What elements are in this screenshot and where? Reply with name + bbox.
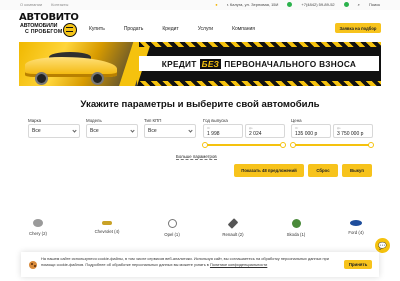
year-from-input[interactable]: От 1 998 <box>203 124 243 138</box>
chery-logo-icon <box>33 219 43 227</box>
nav-item-company[interactable]: Компания <box>232 26 255 32</box>
year-range-max-handle[interactable] <box>280 142 286 148</box>
search-title: Укажите параметры и выберите свой автомо… <box>80 99 320 110</box>
chevrolet-logo-icon <box>102 221 112 225</box>
whatsapp-icon[interactable] <box>287 2 293 7</box>
cookie-icon <box>29 261 37 269</box>
brand-name: Ford (4) <box>348 230 364 235</box>
price-range-min-handle[interactable] <box>290 142 296 148</box>
brand-item-opel[interactable]: Opel (1) <box>155 219 189 237</box>
renault-logo-icon <box>227 218 239 229</box>
price-to-input[interactable]: До 3 750 000 р <box>333 124 373 138</box>
slogan-part-1: КРЕДИТ <box>161 58 197 69</box>
brand-name: Skoda (1) <box>286 232 306 237</box>
chevron-down-icon <box>130 128 135 133</box>
chat-bubble-icon[interactable]: 💬 <box>375 238 390 253</box>
brands-row: Chery (2) Chevrolet (4) Opel (1) Renault… <box>19 218 381 243</box>
year-range-track <box>205 144 283 146</box>
selection-request-button[interactable]: Заявка на подбор <box>335 23 381 33</box>
cookie-text-block: На нашем сайте используются cookie-файлы… <box>41 256 336 267</box>
banner-tape-top <box>139 42 381 47</box>
logo-line-1: АВТОВИТО <box>19 12 79 23</box>
banner-slogan: КРЕДИТ БЕЗ ПЕРВОНАЧАЛЬНОГО ВЗНОСА <box>139 56 379 71</box>
chevron-down-icon <box>188 128 193 133</box>
top-link-contacts[interactable]: Контакты <box>51 2 68 7</box>
skoda-logo-icon <box>291 219 301 228</box>
nav-item-buy[interactable]: Купить <box>89 26 105 32</box>
year-label: Год выпуска <box>203 118 228 123</box>
price-to-caption: До <box>337 126 341 130</box>
brand-name: Chevrolet (4) <box>94 229 120 234</box>
year-to-caption: До <box>249 126 253 130</box>
search-link[interactable]: Поиск <box>369 2 380 7</box>
price-from-caption: От <box>295 126 299 130</box>
phone-link[interactable]: +7(4842) 59-89-52 <box>301 2 334 7</box>
gearbox-select[interactable]: Все <box>144 124 196 138</box>
brand-item-chevrolet[interactable]: Chevrolet (4) <box>90 219 124 234</box>
model-select[interactable]: Все <box>86 124 138 138</box>
price-label: Цена <box>291 118 302 123</box>
site-logo[interactable]: АВТОВИТО АВТОМОБИЛИ С ПРОБЕГОМ <box>19 10 79 38</box>
brand-item-renault[interactable]: Renault (2) <box>216 218 250 237</box>
brand-label: Марка <box>28 118 42 123</box>
nav-item-sell[interactable]: Продать <box>124 26 144 32</box>
brand-item-skoda[interactable]: Skoda (1) <box>279 219 313 237</box>
gearbox-select-value: Все <box>148 128 157 134</box>
main-nav: Купить Продать Кредит Услуги Компания <box>89 26 274 32</box>
model-select-value: Все <box>90 128 99 134</box>
chevron-down-icon <box>72 128 77 133</box>
buyout-button[interactable]: Выкуп <box>342 164 372 177</box>
year-to-value: 2 024 <box>249 131 262 137</box>
cookie-banner: На нашем сайте используются cookie-файлы… <box>21 252 379 277</box>
reset-button[interactable]: Сброс <box>308 164 338 177</box>
price-to-value: 3 750 000 р <box>337 131 364 137</box>
privacy-policy-link[interactable]: Политике конфиденциальности <box>210 262 267 267</box>
price-range-max-handle[interactable] <box>368 142 374 148</box>
top-links: О компании Контакты <box>20 2 68 7</box>
year-from-caption: От <box>207 126 211 130</box>
address-text: г. Калуга, ул. Зерновая, 15И <box>226 2 279 7</box>
brand-name: Chery (2) <box>29 231 47 236</box>
year-to-input[interactable]: До 2 024 <box>245 124 285 138</box>
brand-item-ford[interactable]: Ford (4) <box>339 219 373 235</box>
cookie-text: На нашем сайте используются cookie-файлы… <box>41 256 329 267</box>
year-from-value: 1 998 <box>207 131 220 137</box>
slogan-highlight: БЕЗ <box>199 58 222 69</box>
logo-line-3: С ПРОБЕГОМ <box>25 29 63 35</box>
search-icon[interactable]: ⌕ <box>358 2 360 7</box>
slogan-part-2: ПЕРВОНАЧАЛЬНОГО ВЗНОСА <box>224 58 357 69</box>
price-from-value: 135 000 р <box>295 131 318 137</box>
model-label: Модель <box>86 118 102 123</box>
location-pin-icon: ● <box>215 2 218 7</box>
promo-banner[interactable]: КРЕДИТ БЕЗ ПЕРВОНАЧАЛЬНОГО ВЗНОСА <box>19 42 381 86</box>
show-offers-button[interactable]: Показать 48 предложений <box>234 164 304 177</box>
more-params-link[interactable]: Больше параметров <box>176 154 217 160</box>
year-range-min-handle[interactable] <box>202 142 208 148</box>
gearbox-label: Тип КПП <box>144 118 162 123</box>
banner-tape-bottom <box>139 81 381 86</box>
brand-name: Renault (2) <box>222 232 244 237</box>
whatsapp-chat-icon[interactable] <box>343 2 349 7</box>
brand-item-chery[interactable]: Chery (2) <box>21 219 55 236</box>
opel-logo-icon <box>167 219 177 228</box>
accept-cookies-button[interactable]: Принять <box>344 260 372 269</box>
brand-name: Opel (1) <box>164 232 180 237</box>
banner-car-image <box>19 42 137 86</box>
brand-select[interactable]: Все <box>28 124 80 138</box>
nav-item-credit[interactable]: Кредит <box>162 26 178 32</box>
top-link-about[interactable]: О компании <box>20 2 42 7</box>
nav-item-services[interactable]: Услуги <box>198 26 213 32</box>
brand-select-value: Все <box>32 128 41 134</box>
price-from-input[interactable]: От 135 000 р <box>291 124 331 138</box>
top-contacts: ● г. Калуга, ул. Зерновая, 15И +7(4842) … <box>215 2 380 7</box>
price-range-track <box>293 144 371 146</box>
ford-logo-icon <box>350 220 362 226</box>
logo-car-icon <box>63 23 77 37</box>
